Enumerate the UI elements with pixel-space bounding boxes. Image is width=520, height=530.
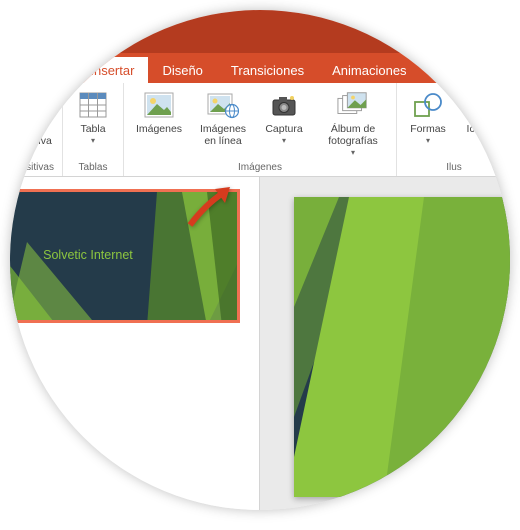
ribbon-tabs: Inicio Insertar Diseño Transiciones Anim… bbox=[10, 53, 510, 83]
new-slide-button[interactable]: Nueva diapositiva ▾ bbox=[10, 87, 56, 157]
screenshot-button[interactable]: Captura ▾ bbox=[258, 87, 310, 145]
ribbon: Nueva diapositiva ▾ Diapositivas Tabla ▾… bbox=[10, 83, 510, 177]
group-imagenes: Imágenes Imágenes en línea Captura ▾ bbox=[124, 83, 397, 176]
tab-more[interactable]: P bbox=[421, 57, 458, 83]
photo-album-button[interactable]: Álbum de fotografías ▾ bbox=[316, 87, 390, 157]
icons-icon bbox=[466, 89, 498, 121]
shapes-label: Formas bbox=[410, 123, 446, 135]
screenshot-icon bbox=[268, 89, 300, 121]
shapes-icon bbox=[412, 89, 444, 121]
viewport-circle: Inicio Insertar Diseño Transiciones Anim… bbox=[10, 10, 510, 510]
tab-transiciones[interactable]: Transiciones bbox=[217, 57, 318, 83]
slideshow-icon[interactable] bbox=[126, 13, 148, 35]
chevron-down-icon: ▾ bbox=[91, 136, 95, 145]
online-picture-icon bbox=[207, 89, 239, 121]
images-button[interactable]: Imágenes bbox=[130, 87, 188, 135]
tab-diseno[interactable]: Diseño bbox=[148, 57, 216, 83]
photo-album-icon bbox=[337, 89, 369, 121]
chevron-down-icon: ▾ bbox=[282, 136, 286, 145]
table-icon bbox=[77, 89, 109, 121]
group-label-imagenes: Imágenes bbox=[238, 160, 282, 175]
online-images-label: Imágenes en línea bbox=[200, 123, 246, 147]
icons-button[interactable]: Iconos bbox=[459, 87, 505, 135]
group-tablas: Tabla ▾ Tablas bbox=[63, 83, 124, 176]
new-slide-icon bbox=[11, 89, 43, 121]
chevron-down-icon: ▾ bbox=[351, 148, 355, 157]
shapes-button[interactable]: Formas ▾ bbox=[403, 87, 453, 145]
undo-icon[interactable] bbox=[90, 13, 112, 35]
qat-more-icon[interactable] bbox=[162, 13, 176, 35]
group-ilustraciones: Formas ▾ Iconos Ilus bbox=[397, 83, 510, 176]
photo-album-label: Álbum de fotografías bbox=[328, 123, 378, 147]
icons-label: Iconos bbox=[467, 123, 498, 135]
table-button[interactable]: Tabla ▾ bbox=[69, 87, 117, 145]
group-label-diapositivas: Diapositivas bbox=[10, 160, 54, 175]
group-diapositivas: Nueva diapositiva ▾ Diapositivas bbox=[10, 83, 63, 176]
workspace: 1 Solvetic Internet bbox=[10, 177, 510, 510]
annotation-arrow bbox=[185, 185, 235, 235]
tab-animaciones[interactable]: Animaciones bbox=[318, 57, 420, 83]
new-slide-label: Nueva diapositiva bbox=[10, 123, 52, 147]
app-window: Inicio Insertar Diseño Transiciones Anim… bbox=[10, 10, 510, 510]
group-label-tablas: Tablas bbox=[79, 160, 108, 175]
chevron-down-icon: ▾ bbox=[426, 136, 430, 145]
title-bar bbox=[10, 10, 510, 53]
images-label: Imágenes bbox=[136, 123, 182, 135]
tab-insertar[interactable]: Insertar bbox=[76, 57, 148, 83]
group-label-ilus: Ilus bbox=[446, 160, 462, 175]
slide-editor-pane[interactable] bbox=[260, 177, 510, 510]
slide-title-text: Solvetic Internet bbox=[43, 248, 133, 262]
screenshot-label: Captura bbox=[265, 123, 302, 135]
current-slide[interactable] bbox=[294, 197, 510, 497]
table-label: Tabla bbox=[80, 123, 105, 135]
picture-icon bbox=[143, 89, 175, 121]
tab-inicio[interactable]: Inicio bbox=[18, 57, 76, 83]
online-images-button[interactable]: Imágenes en línea bbox=[194, 87, 252, 147]
chevron-down-icon: ▾ bbox=[25, 148, 29, 157]
